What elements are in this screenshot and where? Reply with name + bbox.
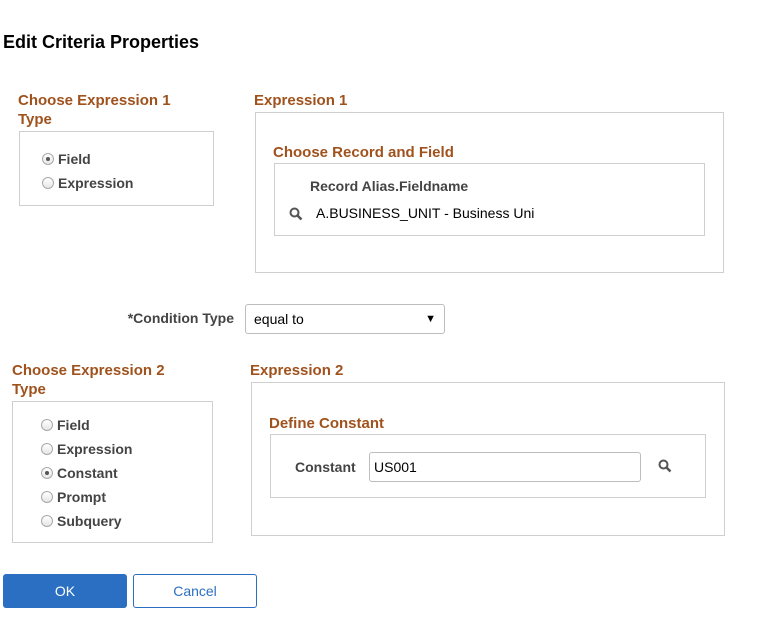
expr1-panel: Choose Record and Field Record Alias.Fie…	[255, 112, 724, 273]
record-field-grid: Record Alias.Fieldname A.BUSINESS_UNIT -…	[274, 163, 705, 236]
radio-expr2-expression[interactable]: Expression	[41, 439, 132, 459]
radio-label: Expression	[57, 441, 133, 457]
radio-icon	[41, 491, 53, 503]
ok-button[interactable]: OK	[3, 574, 127, 608]
radio-label: Field	[58, 151, 91, 167]
radio-label: Prompt	[57, 489, 106, 505]
dropdown-arrow-icon: ▼	[425, 313, 436, 325]
constant-label: Constant	[295, 459, 356, 475]
constant-value: US001	[374, 459, 417, 475]
radio-label: Subquery	[57, 513, 122, 529]
page-title: Edit Criteria Properties	[3, 32, 200, 52]
search-icon[interactable]	[289, 207, 303, 221]
choose-record-field-label: Choose Record and Field	[273, 144, 454, 161]
expr1-type-group: Field Expression	[19, 131, 214, 206]
radio-expr2-prompt[interactable]: Prompt	[41, 487, 106, 507]
radio-expr2-field[interactable]: Field	[41, 415, 90, 435]
radio-expr1-expression[interactable]: Expression	[42, 173, 133, 193]
cancel-button[interactable]: Cancel	[133, 574, 257, 608]
radio-selected-icon	[42, 153, 54, 165]
expr2-type-group: Field Expression Constant Prompt Subquer…	[12, 401, 213, 543]
radio-label: Constant	[57, 465, 118, 481]
expr2-label: Expression 2	[250, 362, 344, 379]
define-constant-label: Define Constant	[269, 415, 385, 432]
expr2-panel: Define Constant Constant US001	[251, 382, 725, 536]
expr2-type-label: Choose Expression 2 Type	[12, 362, 165, 398]
radio-label: Field	[57, 417, 90, 433]
condition-type-select[interactable]: equal to ▼	[245, 304, 445, 334]
expr1-label: Expression 1	[254, 92, 348, 109]
constant-group: Constant US001	[270, 434, 706, 498]
condition-type-value: equal to	[254, 311, 304, 327]
condition-type-label: *Condition Type	[127, 310, 234, 326]
expr1-type-label: Choose Expression 1 Type	[18, 92, 171, 128]
radio-expr1-field[interactable]: Field	[42, 149, 91, 169]
radio-label: Expression	[58, 175, 134, 191]
radio-icon	[41, 443, 53, 455]
radio-icon	[41, 515, 53, 527]
record-field-value[interactable]: A.BUSINESS_UNIT - Business Uni	[316, 205, 534, 221]
radio-expr2-subquery[interactable]: Subquery	[41, 511, 122, 531]
radio-icon	[42, 177, 54, 189]
radio-expr2-constant[interactable]: Constant	[41, 463, 118, 483]
radio-icon	[41, 419, 53, 431]
constant-input[interactable]: US001	[369, 452, 641, 482]
radio-selected-icon	[41, 467, 53, 479]
column-header: Record Alias.Fieldname	[310, 178, 469, 194]
search-icon[interactable]	[658, 459, 672, 473]
